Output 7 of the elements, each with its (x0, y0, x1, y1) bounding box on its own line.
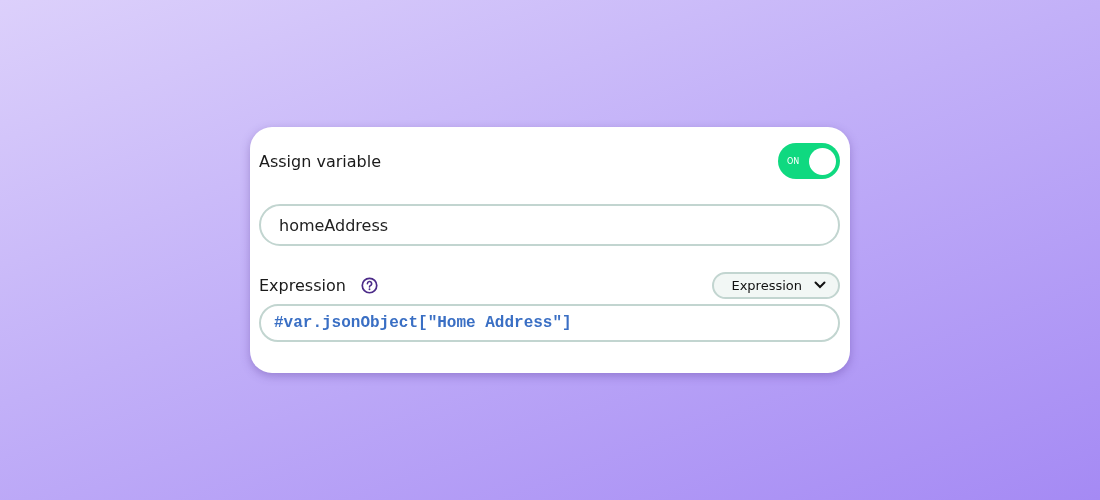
expression-field[interactable]: #var.jsonObject["Home Address"] (259, 304, 840, 342)
expression-label: Expression (259, 275, 346, 295)
help-icon[interactable] (360, 276, 378, 294)
chevron-down-icon (814, 281, 826, 289)
variable-name-field[interactable]: homeAddress (259, 204, 840, 246)
mode-dropdown[interactable]: Expression (712, 271, 840, 299)
card-title: Assign variable (259, 151, 381, 171)
